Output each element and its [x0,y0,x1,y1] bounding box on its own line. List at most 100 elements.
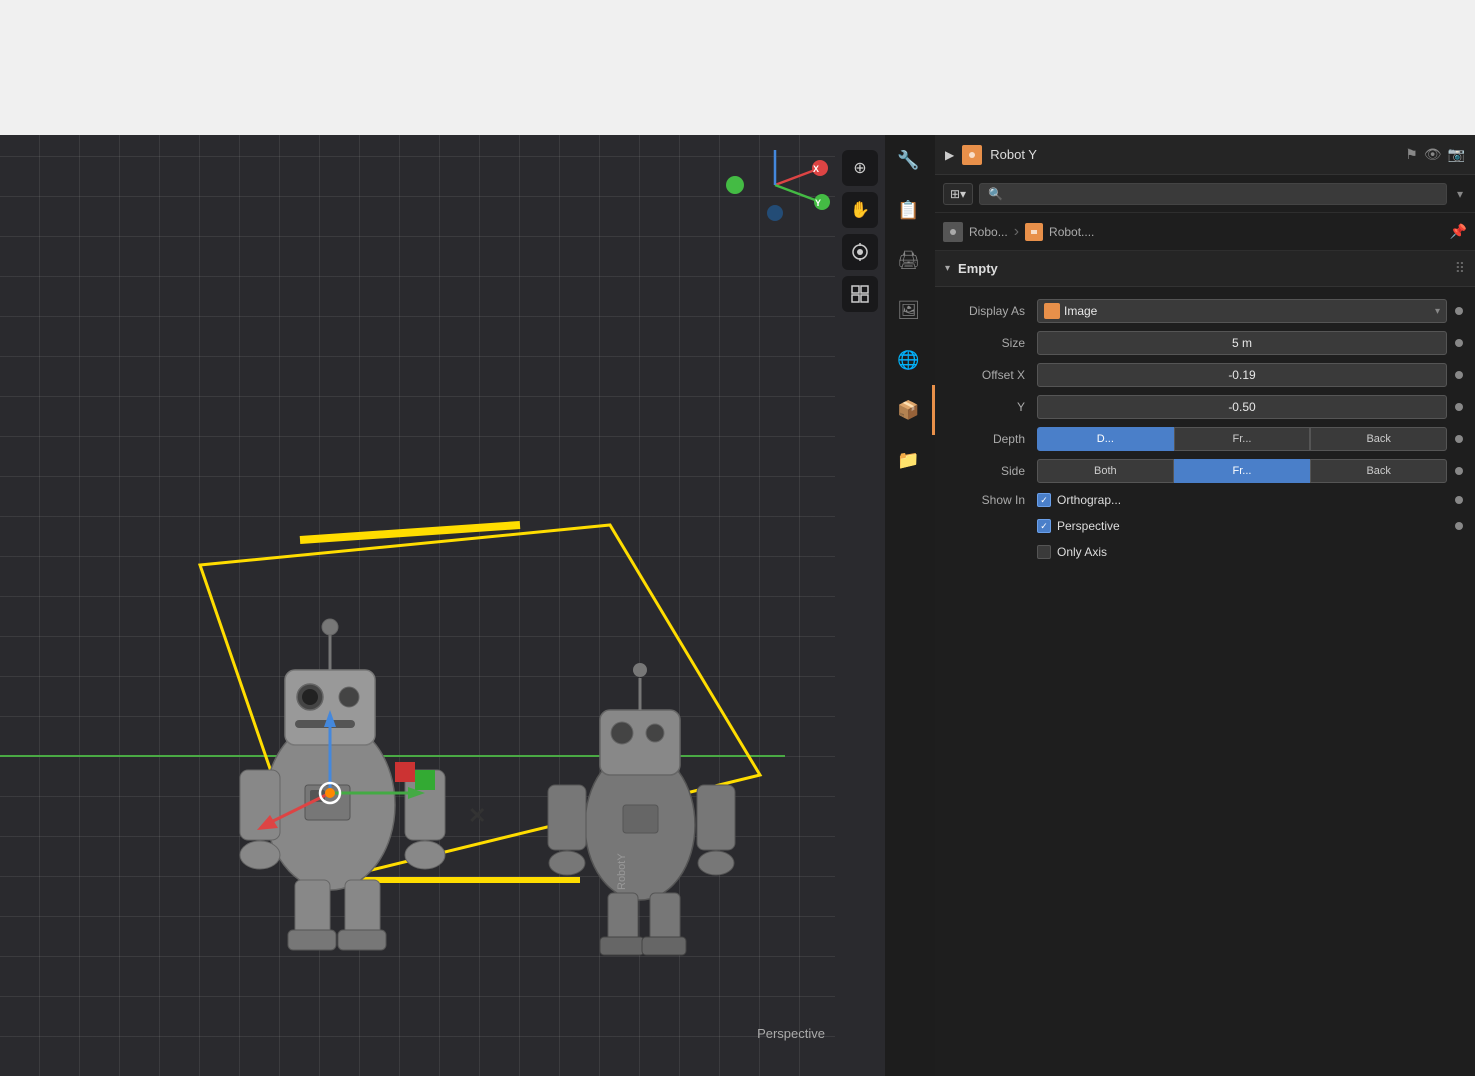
play-button[interactable]: ▶ [945,148,954,162]
zoom-in-button[interactable]: ⊕ [842,150,878,186]
properties-sidebar: 🔧 📋 🖨 🖼 🌐 📦 📁 [885,135,935,1076]
offset-x-row: Offset X [935,359,1475,391]
svg-text:Y: Y [815,198,821,208]
size-input[interactable] [1037,331,1447,355]
empty-section-content: Display As Image ▾ Size Offs [935,287,1475,573]
search-filter-dropdown[interactable]: ⊞▾ [943,183,973,205]
display-as-chevron: ▾ [1435,306,1440,317]
search-expand-button[interactable]: ▾ [1453,185,1467,203]
show-in-perspective-item: ✓ Perspective [1037,519,1451,533]
display-as-row: Display As Image ▾ [935,295,1475,327]
breadcrumb-left[interactable]: Robo... [969,225,1008,239]
sidebar-icon-world[interactable]: 🌐 [885,335,935,385]
depth-button-group: D... Fr... Back [1037,427,1447,451]
offset-y-label: Y [947,400,1037,414]
depth-row: Depth D... Fr... Back [935,423,1475,455]
breadcrumb-separator: › [1014,223,1019,241]
sidebar-icon-tool[interactable]: 🔧 [885,135,935,185]
scene-icon [962,145,982,165]
side-row: Side Both Fr... Back [935,455,1475,487]
sidebar-icon-viewlayer[interactable]: 🖼 [885,285,935,335]
viewport[interactable]: ✕ RobotY [0,135,885,1076]
pin-icon[interactable]: 📌 [1450,223,1467,240]
only-axis-checkbox[interactable] [1037,545,1051,559]
display-as-label: Display As [947,304,1037,318]
side-value: Both Fr... Back [1037,459,1463,483]
panel-title: Robot Y [990,147,1397,162]
display-as-text: Image [1064,304,1097,318]
empty-section-header[interactable]: ▾ Empty ⠿ [935,251,1475,287]
depth-keyframe-dot [1455,435,1463,443]
display-as-keyframe-dot [1455,307,1463,315]
offset-y-row: Y [935,391,1475,423]
side-button-group: Both Fr... Back [1037,459,1447,483]
perspective-checkbox[interactable]: ✓ [1037,519,1051,533]
viewport-toolbar-right: ⊕ ✋ [835,135,885,1076]
display-as-icon [1044,303,1060,319]
show-in-perspective-row: ✓ Perspective [935,513,1475,539]
depth-default-button[interactable]: D... [1037,427,1174,451]
svg-text:RobotY: RobotY [616,853,628,890]
only-axis-item: Only Axis [1037,545,1463,559]
breadcrumb-image-icon [1025,223,1043,241]
search-bar: ⊞▾ ▾ [935,175,1475,213]
side-front-button[interactable]: Fr... [1174,459,1311,483]
section-options-dots[interactable]: ⠿ [1455,260,1465,277]
ortho-keyframe-dot [1455,496,1463,504]
offset-x-keyframe-dot [1455,371,1463,379]
empty-section-title: Empty [958,261,998,276]
axis-gizmo-svg: Y X [715,145,835,225]
sidebar-icon-output[interactable]: 🖨 [885,235,935,285]
breadcrumb-scene-icon [943,222,963,242]
side-keyframe-dot [1455,467,1463,475]
render-icon[interactable]: 📷 [1448,146,1465,163]
breadcrumb-right[interactable]: Robot.... [1049,225,1094,239]
depth-front-button[interactable]: Fr... [1174,427,1311,451]
robots-svg: ✕ RobotY [100,315,800,965]
sidebar-icon-scene[interactable]: 📋 [885,185,935,235]
ortho-checkbox[interactable]: ✓ [1037,493,1051,507]
side-back-button[interactable]: Back [1310,459,1447,483]
offset-x-value [1037,363,1463,387]
grid-button[interactable] [842,276,878,312]
offset-x-label: Offset X [947,368,1037,382]
top-bar [0,0,1475,135]
size-value [1037,331,1463,355]
depth-value: D... Fr... Back [1037,427,1463,451]
camera-button[interactable] [842,234,878,270]
size-label: Size [947,336,1037,350]
sidebar-icon-object[interactable]: 📦 [885,385,935,435]
show-in-ortho-row: Show In ✓ Orthograp... [935,487,1475,513]
search-input[interactable] [979,183,1447,205]
panel-header: ▶ Robot Y ⚑ 👁 📷 [935,135,1475,175]
perspective-text: Perspective [1057,519,1120,533]
size-keyframe-dot [1455,339,1463,347]
axis-gizmo: Y X [715,145,835,225]
properties-panel: ▶ Robot Y ⚑ 👁 📷 ⊞▾ ▾ Robo... › Robot....… [935,135,1475,1076]
side-both-button[interactable]: Both [1037,459,1174,483]
breadcrumb: Robo... › Robot.... 📌 [935,213,1475,251]
only-axis-row: Only Axis [935,539,1475,565]
side-label: Side [947,464,1037,478]
svg-text:X: X [813,164,819,174]
ortho-text: Orthograp... [1057,493,1121,507]
show-in-label: Show In [947,493,1037,507]
offset-x-input[interactable] [1037,363,1447,387]
offset-y-keyframe-dot [1455,403,1463,411]
offset-y-input[interactable] [1037,395,1447,419]
offset-y-value [1037,395,1463,419]
only-axis-text: Only Axis [1057,545,1107,559]
pan-button[interactable]: ✋ [842,192,878,228]
depth-label: Depth [947,432,1037,446]
filter-icon[interactable]: ⚑ [1405,146,1418,163]
svg-text:✕: ✕ [468,803,486,828]
hide-icon[interactable]: 👁 [1424,146,1442,163]
size-row: Size [935,327,1475,359]
sidebar-icon-modifiers[interactable]: 📁 [885,435,935,485]
perspective-keyframe-dot [1455,522,1463,530]
depth-back-button[interactable]: Back [1310,427,1447,451]
display-as-dropdown[interactable]: Image ▾ [1037,299,1447,323]
panel-header-icons: ⚑ 👁 📷 [1405,146,1465,163]
display-as-value: Image ▾ [1037,299,1463,323]
show-in-ortho-item: ✓ Orthograp... [1037,493,1451,507]
